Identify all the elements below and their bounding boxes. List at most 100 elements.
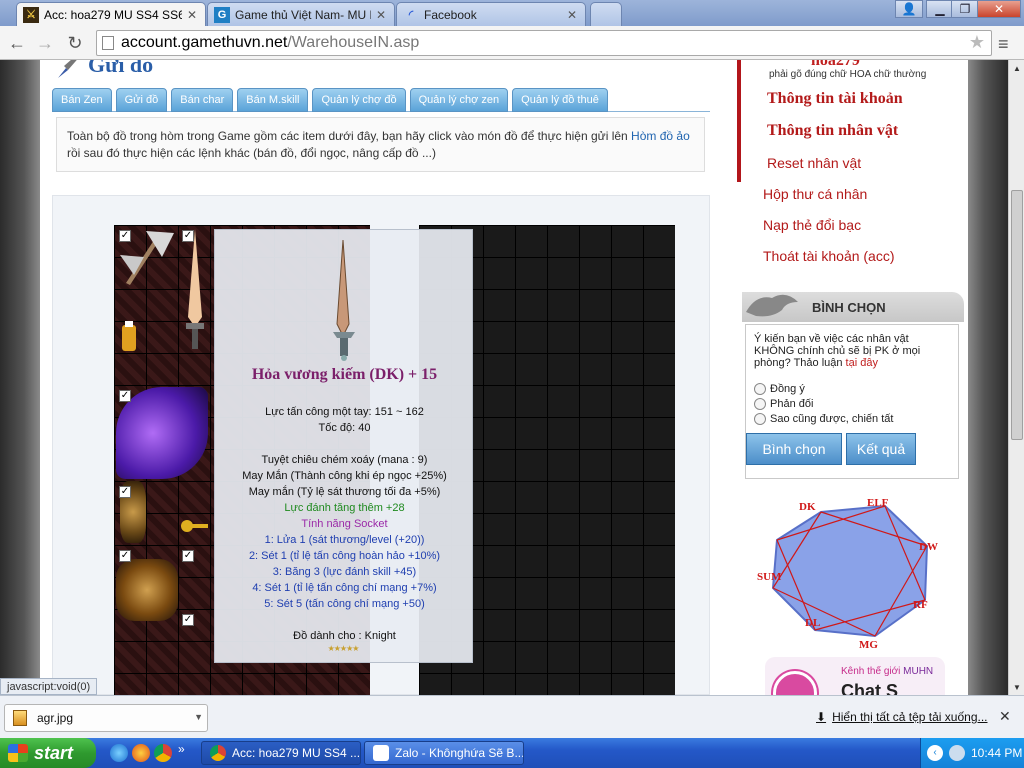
close-icon[interactable]: ✕	[187, 8, 199, 22]
chevron-right-icon[interactable]: »	[178, 742, 188, 760]
checkbox[interactable]: ✓	[182, 550, 194, 562]
chrome-icon[interactable]	[154, 744, 172, 762]
scroll-thumb[interactable]	[1011, 190, 1023, 440]
address-bar[interactable]: account.gamethuvn.net/WarehouseIN.asp ★	[96, 30, 992, 56]
zalo-tray-icon[interactable]	[949, 745, 965, 761]
browser-tab-account[interactable]: ⚔ Acc: hoa279 MU SS4 SS6 SS8 ✕	[16, 2, 206, 26]
discussion-link[interactable]: tại đây	[846, 357, 878, 369]
download-item[interactable]: agr.jpg ▼	[4, 704, 208, 732]
item-name: Hỏa vương kiếm (DK) + 15	[251, 366, 438, 383]
page-scrollbar[interactable]: ▲ ▼	[1008, 60, 1024, 695]
link-account-info[interactable]: Thông tin tài khoản	[767, 90, 903, 108]
link-character-info[interactable]: Thông tin nhân vật	[767, 122, 898, 140]
promo-banner[interactable]: Kênh thế giới MUHN Chat S	[765, 657, 945, 695]
tab-ban-zen[interactable]: Bán Zen	[52, 88, 112, 112]
link-inbox[interactable]: Hộp thư cá nhân	[763, 186, 867, 202]
radio[interactable]	[754, 398, 766, 410]
close-icon[interactable]: ✕	[376, 8, 388, 22]
item-potion[interactable]	[118, 321, 140, 353]
link-reset-character[interactable]: Reset nhân vật	[767, 155, 861, 171]
tab-quan-ly-do-thue[interactable]: Quản lý đồ thuê	[512, 88, 608, 112]
vote-title: BÌNH CHỌN	[812, 300, 886, 315]
chevron-down-icon[interactable]: ▼	[194, 712, 203, 722]
close-icon[interactable]: ✕	[999, 708, 1011, 725]
checkbox[interactable]: ✓	[119, 230, 131, 242]
ie-icon[interactable]	[110, 744, 128, 762]
download-shelf: agr.jpg ▼ ⬇ Hiển thị tất cả tệp tải xuốn…	[0, 695, 1024, 738]
minimize-icon[interactable]: ▁	[926, 0, 954, 18]
item-stat-line: Tính năng Socket	[301, 518, 388, 530]
radio[interactable]	[754, 383, 766, 395]
task-chrome-window[interactable]: Acc: hoa279 MU SS4 ...	[201, 741, 361, 765]
item-fire-sword[interactable]	[180, 227, 210, 351]
vote-option-whatever[interactable]: Sao cũng được, chiến tất	[754, 413, 893, 425]
checkbox[interactable]: ✓	[119, 550, 131, 562]
vote-question: Ý kiến bạn về việc các nhân vật KHÔNG ch…	[754, 333, 950, 369]
item-key[interactable]	[180, 515, 210, 537]
chevron-left-icon[interactable]: ‹	[927, 745, 943, 761]
new-tab-button[interactable]	[590, 2, 622, 26]
vote-option-agree[interactable]: Đồng ý	[754, 383, 805, 395]
item-stat-line: May Mắn (Thành công khi ép ngọc +25%)	[242, 470, 447, 482]
bookmark-star-icon[interactable]: ★	[969, 32, 985, 53]
scroll-up-icon[interactable]: ▲	[1009, 60, 1024, 76]
windows-taskbar: start » Acc: hoa279 MU SS4 ... Zalo - Kh…	[0, 738, 1024, 768]
link-logout[interactable]: Thoát tài khoản (acc)	[763, 248, 895, 264]
class-wheel-diagram: DK ELF DW RF MG DL SUM	[757, 497, 938, 651]
reload-icon[interactable]: ↻	[64, 32, 86, 54]
link-topup[interactable]: Nạp thẻ đổi bạc	[763, 217, 861, 233]
browser-tab-facebook[interactable]: ◜ Facebook ✕	[396, 2, 586, 26]
image-file-icon	[13, 710, 27, 726]
sword-icon	[58, 60, 77, 78]
task-label: Acc: hoa279 MU SS4 ...	[232, 746, 361, 760]
function-tabs: Bán Zen Gửi đồ Bán char Bán M.skill Quản…	[52, 88, 710, 112]
close-icon[interactable]: ✕	[567, 8, 579, 22]
back-icon[interactable]: ←	[6, 32, 28, 54]
checkbox[interactable]: ✓	[182, 614, 194, 626]
account-box: hoa279 phải gõ đúng chữ HOA chữ thường T…	[737, 60, 965, 182]
scroll-down-icon[interactable]: ▼	[1009, 679, 1024, 695]
item-stat-line: 2: Sét 1 (tỉ lệ tấn công hoàn hảo +10%)	[248, 550, 441, 562]
tab-ban-mskill[interactable]: Bán M.skill	[237, 88, 309, 112]
checkbox[interactable]: ✓	[119, 486, 131, 498]
menu-icon[interactable]: ≡	[998, 34, 1009, 55]
class-label-elf: ELF	[867, 497, 889, 509]
class-label-mg: MG	[859, 639, 878, 651]
vote-option-disagree[interactable]: Phản đối	[754, 398, 813, 410]
item-tooltip: Hỏa vương kiếm (DK) + 15 Lực tấn công mộ…	[214, 229, 473, 663]
tab-quan-ly-cho-zen[interactable]: Quản lý chợ zen	[409, 88, 509, 112]
firefox-icon[interactable]	[132, 744, 150, 762]
item-stat-line: Đồ dành cho : Knight	[293, 630, 396, 642]
start-button[interactable]: start	[0, 738, 96, 768]
tab-gui-do[interactable]: Gửi đồ	[115, 88, 168, 112]
window-close-icon[interactable]: ✕	[977, 0, 1021, 18]
chrome-icon	[210, 745, 226, 761]
page-title: Gửi đồ	[88, 60, 154, 77]
results-button[interactable]: Kết quả	[846, 433, 916, 465]
show-all-downloads-link[interactable]: ⬇ Hiển thị tất cả tệp tải xuống...	[816, 710, 988, 724]
page-background-left	[0, 60, 40, 695]
vote-question-text: Ý kiến bạn về việc các nhân vật KHÔNG ch…	[754, 333, 921, 369]
tab-quan-ly-cho-do[interactable]: Quản lý chợ đồ	[312, 88, 406, 112]
dragon-icon	[746, 294, 798, 317]
task-zalo-window[interactable]: Zalo - Khônghứa Sẽ B...	[364, 741, 524, 765]
checkbox[interactable]: ✓	[119, 390, 131, 402]
page-icon	[102, 36, 114, 50]
vote-button[interactable]: Bình chọn	[746, 433, 842, 465]
restore-icon[interactable]: ❐	[951, 0, 979, 18]
option-label: Phản đối	[770, 398, 814, 410]
class-label-sum: SUM	[757, 571, 782, 583]
main-column: Gửi đồ Bán Zen Gửi đồ Bán char Bán M.ski…	[52, 60, 712, 695]
tab-ban-char[interactable]: Bán char	[171, 88, 234, 112]
browser-tab-gamethu[interactable]: G Game thủ Việt Nam- MU Hà N ✕	[207, 2, 395, 26]
sidebar: hoa279 phải gõ đúng chữ HOA chữ thường T…	[737, 60, 965, 695]
virtual-chest-link[interactable]: Hòm đồ ảo	[631, 129, 690, 143]
item-stat-line: 4: Sét 1 (tỉ lệ tấn công chí mạng +7%)	[252, 582, 437, 594]
radio[interactable]	[754, 413, 766, 425]
item-helm[interactable]	[116, 559, 178, 621]
show-all-label: Hiển thị tất cả tệp tải xuống...	[832, 710, 988, 724]
vote-box: Ý kiến bạn về việc các nhân vật KHÔNG ch…	[745, 324, 959, 479]
forward-icon[interactable]: →	[34, 32, 56, 54]
user-icon[interactable]: 👤	[895, 0, 923, 18]
checkbox[interactable]: ✓	[182, 230, 194, 242]
